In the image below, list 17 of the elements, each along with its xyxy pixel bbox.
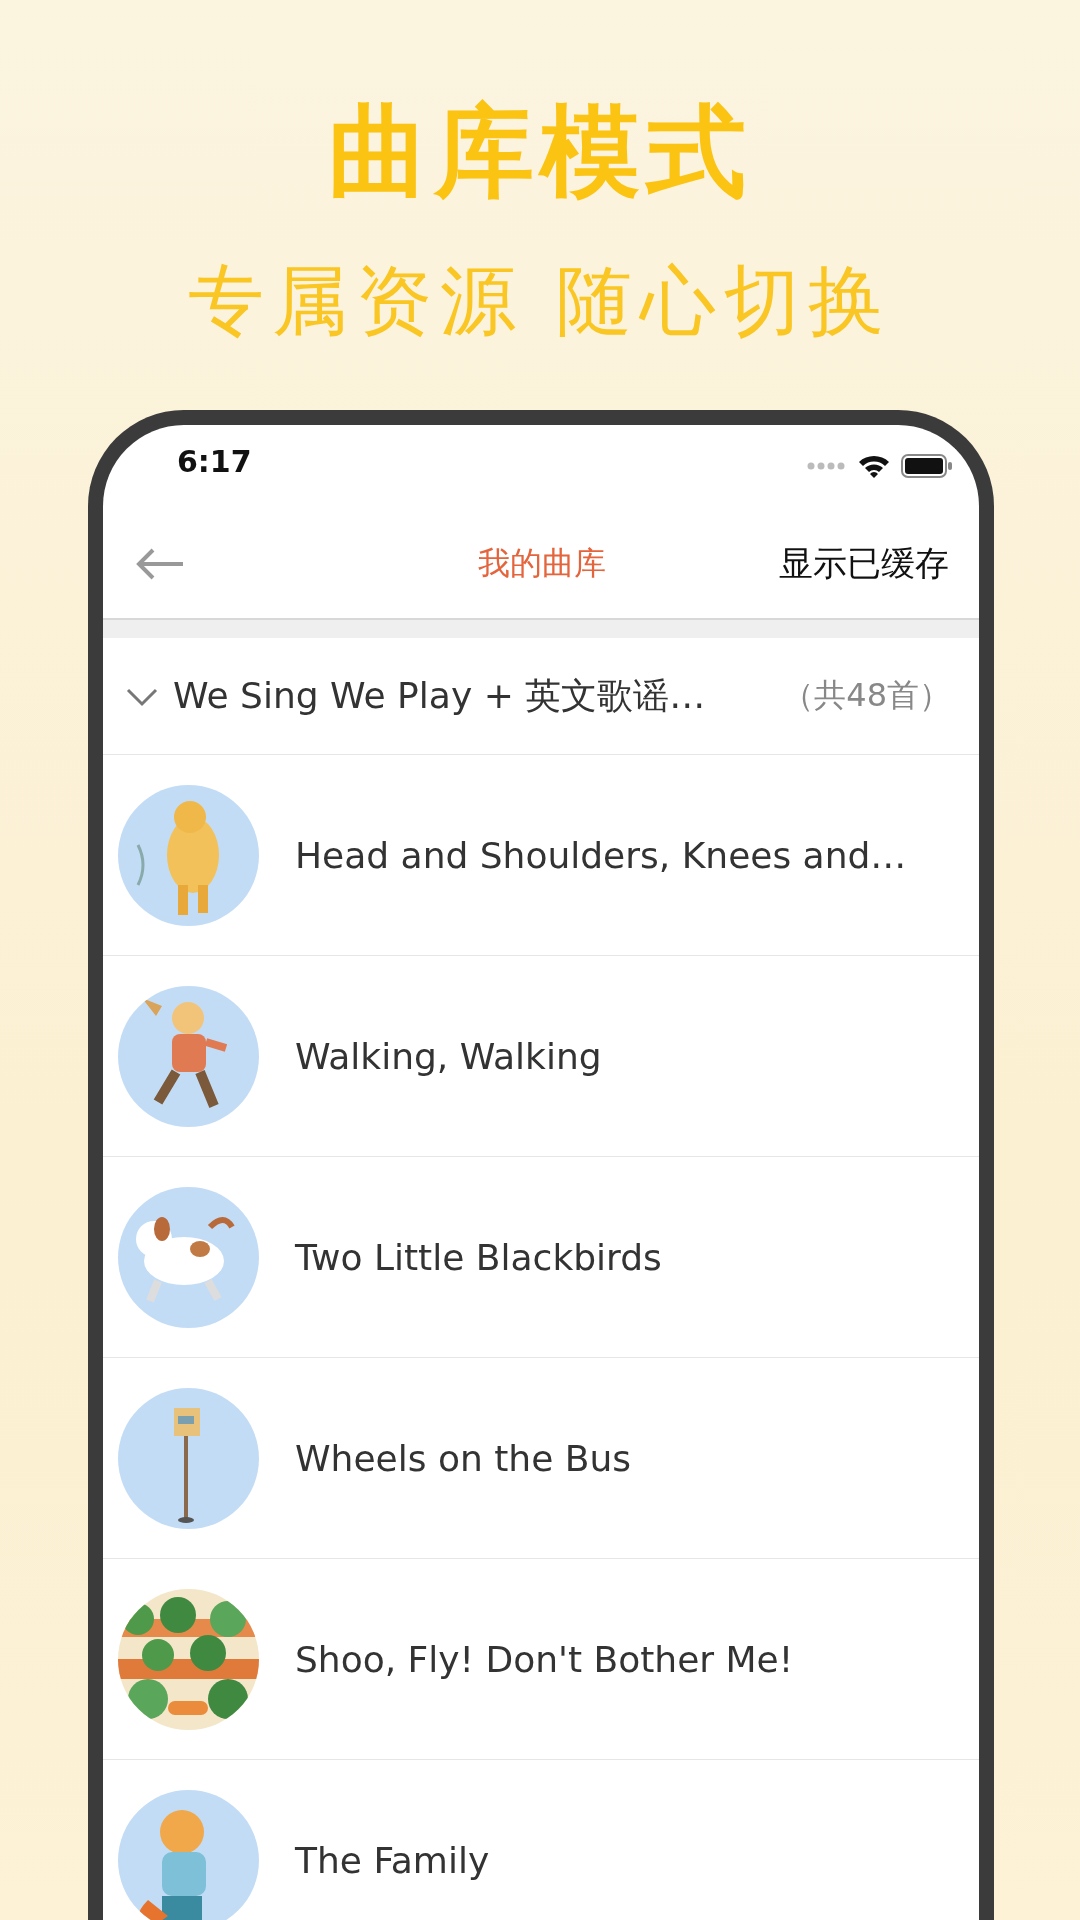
screen-title: 我的曲库 bbox=[478, 543, 606, 584]
song-title[interactable]: The Family bbox=[295, 1839, 490, 1881]
playlist-title[interactable]: We Sing We Play + 英文歌谣… bbox=[173, 671, 706, 721]
song-title[interactable]: Wheels on the Bus bbox=[295, 1437, 631, 1479]
battery-icon bbox=[901, 454, 953, 478]
song-count: （共48首） bbox=[782, 675, 951, 716]
signal-icon bbox=[807, 462, 847, 470]
wifi-icon bbox=[857, 453, 891, 479]
promo-subtitle: 专属资源 随心切换 bbox=[187, 256, 893, 346]
status-time: 6:17 bbox=[177, 444, 252, 479]
back-arrow-icon[interactable] bbox=[135, 547, 185, 581]
song-title[interactable]: Two Little Blackbirds bbox=[295, 1236, 662, 1278]
show-cached-link[interactable]: 显示已缓存 bbox=[779, 541, 949, 587]
song-title[interactable]: Head and Shoulders, Knees and… bbox=[295, 834, 907, 876]
song-title[interactable]: Shoo, Fly! Don't Bother Me! bbox=[295, 1638, 794, 1680]
song-title[interactable]: Walking, Walking bbox=[295, 1035, 602, 1077]
promo-title: 曲库模式 bbox=[328, 96, 752, 208]
